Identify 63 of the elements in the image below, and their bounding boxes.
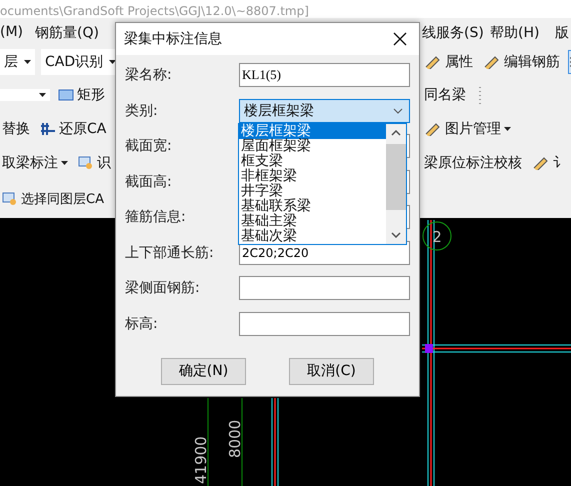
toolbar-button[interactable]: 矩形: [56, 84, 107, 106]
caret-icon: [24, 60, 31, 64]
toolbar-menu-button[interactable]: 取梁标注: [0, 152, 70, 174]
pencil-icon: [532, 156, 550, 170]
scrollbar[interactable]: [386, 124, 406, 244]
input-field[interactable]: [239, 276, 410, 300]
window-title: ocuments\GrandSoft Projects\GGJ\12.0\~8807.tmp]: [0, 4, 309, 18]
dropdown-option[interactable]: 框支梁: [239, 154, 386, 168]
scrollbar-thumb[interactable]: [386, 144, 406, 210]
close-icon[interactable]: [393, 32, 407, 46]
pencil-icon: [424, 122, 442, 136]
scroll-up-icon[interactable]: [391, 130, 401, 136]
menu-item[interactable]: 线服务(S): [422, 24, 484, 42]
dialog-title: 梁集中标注信息: [124, 30, 222, 48]
dialog-button[interactable]: 确定(N): [161, 358, 246, 384]
dropdown-option[interactable]: 屋面框架梁: [239, 138, 386, 154]
caret-icon: [39, 93, 46, 97]
input-field[interactable]: [239, 312, 410, 336]
field-label: 截面高:: [125, 172, 173, 190]
menu-item[interactable]: 版: [555, 24, 569, 42]
field-label: 梁侧面钢筋:: [125, 279, 201, 297]
pencil-icon: [424, 55, 442, 69]
toolbar-button[interactable]: 讠: [530, 152, 569, 174]
tool-icon: [40, 122, 56, 136]
toolbar-dropdown[interactable]: [0, 89, 50, 101]
toolbar-button[interactable]: 编辑钢筋: [481, 51, 562, 73]
toolbar-button[interactable]: 同名梁: [422, 84, 468, 106]
field-label: 类别:: [125, 102, 159, 120]
caret-icon: [504, 127, 511, 131]
toolbar-button[interactable]: 识: [76, 152, 113, 174]
toolbar-button[interactable]: 属性: [422, 51, 475, 73]
pencil-icon: [483, 55, 501, 69]
menu-item[interactable]: (M): [0, 24, 24, 40]
dropdown-option[interactable]: 非框架梁: [239, 168, 386, 184]
menu-item[interactable]: 钢筋量(Q): [35, 24, 99, 42]
tool-icon: [78, 156, 94, 170]
toolbar-button[interactable]: 还原CA: [38, 118, 108, 140]
dimension-text: 41900: [192, 436, 210, 484]
field-label: 截面宽:: [125, 137, 173, 155]
menu-item[interactable]: 帮助(H): [490, 24, 540, 42]
caret-icon: [61, 161, 68, 165]
chevron-icon: [393, 108, 403, 114]
category-dropdown[interactable]: 楼层框架梁: [239, 98, 410, 122]
field-label: 上下部通长筋:: [125, 244, 215, 262]
toolbar-button[interactable]: 选择同图层CA: [0, 188, 106, 210]
dialog-button[interactable]: 取消(C): [289, 358, 374, 384]
dropdown-option[interactable]: 井字梁: [239, 184, 386, 198]
toolbar-button[interactable]: 替换: [0, 118, 32, 140]
tool-icon: [2, 192, 18, 206]
input-field[interactable]: KL1(5): [239, 63, 410, 87]
dropdown-option[interactable]: 基础次梁: [239, 228, 386, 244]
dropdown-option[interactable]: 楼层框架梁: [239, 124, 386, 138]
dimension-text: 8000: [226, 420, 244, 458]
caret-icon: [109, 60, 116, 64]
tool-icon: [58, 88, 74, 102]
scroll-down-icon[interactable]: [391, 232, 401, 238]
dropdown-option[interactable]: 基础联系梁: [239, 198, 386, 214]
field-label: 梁名称:: [125, 66, 173, 84]
field-label: 标高:: [125, 314, 159, 332]
toolbar-button[interactable]: 梁原位标注校核: [422, 152, 524, 174]
toolbar-button[interactable]: 图片管理: [422, 118, 513, 140]
grip-point[interactable]: [425, 344, 433, 353]
toolbar-dropdown[interactable]: 层: [0, 49, 35, 75]
